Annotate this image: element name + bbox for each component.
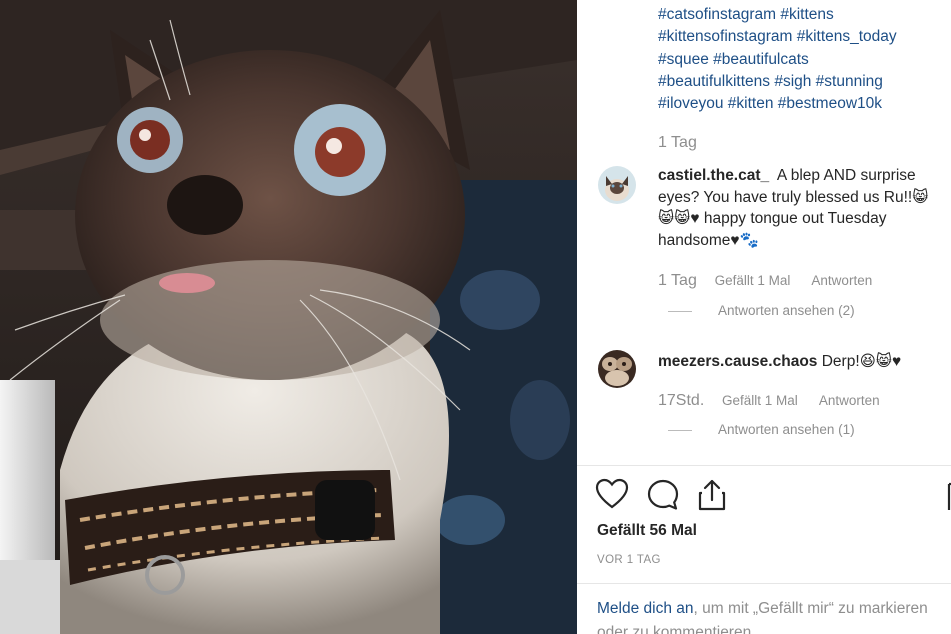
hashtag-line[interactable]: #beautifulkittens #sigh #stunning xyxy=(658,71,951,93)
avatar[interactable] xyxy=(598,350,636,388)
login-prompt-text: , um mit „Gefällt mir“ zu markieren xyxy=(693,600,928,617)
view-replies-label[interactable]: Antworten ansehen (1) xyxy=(718,422,855,437)
post-image[interactable] xyxy=(0,0,577,634)
reply-button[interactable]: Antworten xyxy=(811,273,872,288)
login-prompt-text: oder zu kommentieren. xyxy=(597,624,756,634)
login-link[interactable]: Melde dich an xyxy=(597,600,694,617)
comment-body: Derp!😆😸♥ xyxy=(821,353,902,370)
heart-icon[interactable] xyxy=(595,478,629,515)
replies-divider xyxy=(668,310,692,312)
comment-body: 😸😸♥ happy tongue out Tuesday xyxy=(658,210,887,227)
post-details-panel: #catsofinstagram #kittens #kittensofinst… xyxy=(577,0,951,634)
hashtag-line[interactable]: #catsofinstagram #kittens xyxy=(658,4,951,26)
bookmark-icon[interactable] xyxy=(947,482,951,517)
section-divider xyxy=(577,583,951,584)
comment-body: eyes? You have truly blessed us Ru!!😸 xyxy=(658,188,929,206)
comment-meta: 1 Tag Gefällt 1 Mal Antworten xyxy=(658,272,872,290)
caption-timestamp[interactable]: 1 Tag xyxy=(658,134,697,152)
comment-meta: 17Std. Gefällt 1 Mal Antworten xyxy=(658,392,880,410)
avatar[interactable] xyxy=(598,166,636,204)
comment-likes[interactable]: Gefällt 1 Mal xyxy=(722,393,798,408)
reply-button[interactable]: Antworten xyxy=(819,393,880,408)
view-replies[interactable]: Antworten ansehen (2) xyxy=(668,303,855,318)
view-replies[interactable]: Antworten ansehen (1) xyxy=(668,422,855,437)
comment-body: handsome♥🐾 xyxy=(658,231,759,249)
hashtag-line[interactable]: #iloveyou #kitten #bestmeow10k xyxy=(658,93,951,115)
comment-timestamp[interactable]: 1 Tag xyxy=(658,272,697,289)
hashtag-line[interactable]: #kittensofinstagram #kittens_today xyxy=(658,26,951,48)
comment-text: meezers.cause.chaos Derp!😆😸♥ xyxy=(658,351,951,373)
cat-photo xyxy=(0,0,577,634)
replies-divider xyxy=(668,429,692,431)
comment-body: A blep AND surprise xyxy=(776,167,916,184)
comment-likes[interactable]: Gefällt 1 Mal xyxy=(715,273,791,288)
post-date[interactable]: VOR 1 TAG xyxy=(597,554,661,566)
likes-count[interactable]: Gefällt 56 Mal xyxy=(597,522,697,540)
comment-icon[interactable] xyxy=(646,478,680,517)
view-replies-label[interactable]: Antworten ansehen (2) xyxy=(718,303,855,318)
section-divider xyxy=(577,465,951,466)
post-caption-hashtags: #catsofinstagram #kittens #kittensofinst… xyxy=(658,4,951,115)
share-icon[interactable] xyxy=(697,478,727,517)
comment-username[interactable]: meezers.cause.chaos xyxy=(658,353,817,370)
comment-username[interactable]: castiel.the.cat_ xyxy=(658,167,769,184)
login-prompt: Melde dich an, um mit „Gefällt mir“ zu m… xyxy=(597,597,951,634)
hashtag-line[interactable]: #squee #beautifulcats xyxy=(658,49,951,71)
comment-text: castiel.the.cat_ A blep AND surprise eye… xyxy=(658,165,951,251)
comment-timestamp[interactable]: 17Std. xyxy=(658,392,704,409)
